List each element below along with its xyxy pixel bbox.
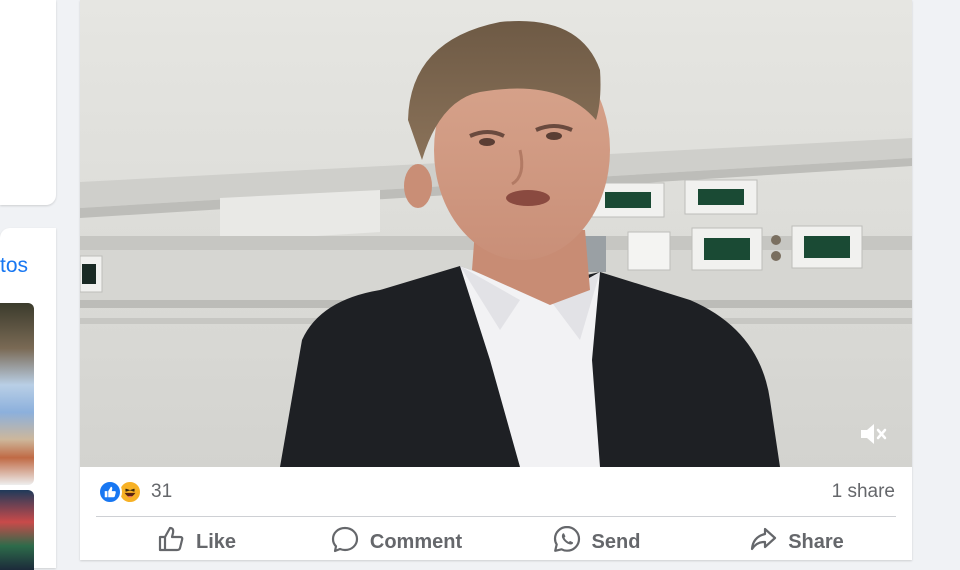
like-reaction-icon [98, 480, 122, 504]
video-frame [80, 0, 912, 467]
like-button[interactable]: Like [96, 522, 296, 562]
photo-thumbnail[interactable] [0, 303, 34, 485]
feed-post: 31 1 share Like Comment Send Share [80, 0, 912, 560]
see-all-photos-link[interactable]: tos [0, 254, 28, 278]
whatsapp-icon [552, 524, 582, 560]
comment-label: Comment [369, 530, 463, 553]
like-label: Like [195, 530, 237, 553]
send-label: Send [591, 530, 641, 553]
share-arrow-icon [748, 524, 778, 560]
thumbs-up-icon [156, 524, 186, 560]
share-count[interactable]: 1 share [832, 481, 895, 503]
share-button[interactable]: Share [696, 522, 896, 562]
speaker-muted-icon[interactable] [858, 419, 888, 449]
send-button[interactable]: Send [496, 522, 696, 562]
post-actions-bar: Like Comment Send Share [96, 522, 896, 562]
comment-button[interactable]: Comment [296, 522, 496, 562]
photo-thumbnail[interactable] [0, 490, 34, 570]
reaction-count: 31 [151, 481, 173, 502]
share-label: Share [788, 530, 844, 553]
divider [96, 516, 896, 517]
reaction-summary[interactable]: 31 [98, 480, 172, 504]
comment-bubble-icon [330, 524, 360, 560]
left-column-card [0, 0, 56, 205]
video-player[interactable] [80, 0, 912, 467]
